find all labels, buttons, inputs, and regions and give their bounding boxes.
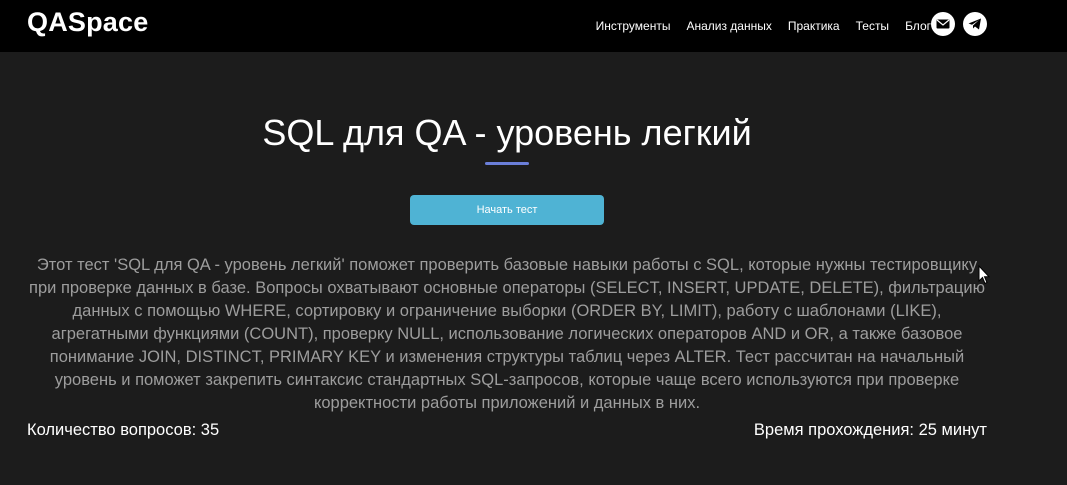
nav-item-tests[interactable]: Тесты (856, 19, 889, 33)
start-test-button[interactable]: Начать тест (410, 195, 604, 225)
site-logo[interactable]: QASpace (27, 7, 148, 38)
test-duration: Время прохождения: 25 минут (753, 421, 987, 439)
nav-item-blog[interactable]: Блог (905, 19, 931, 33)
mouse-cursor-icon (978, 264, 991, 290)
top-navbar: QASpace Инструменты Анализ данных Практи… (0, 0, 1067, 52)
mail-icon[interactable] (931, 12, 955, 36)
question-count: Количество вопросов: 35 (27, 421, 220, 439)
nav-item-tools[interactable]: Инструменты (596, 19, 671, 33)
title-underline (485, 162, 529, 165)
main-nav: Инструменты Анализ данных Практика Тесты… (596, 0, 931, 52)
nav-item-practice[interactable]: Практика (788, 19, 840, 33)
telegram-icon[interactable] (963, 12, 987, 36)
test-description: Этот тест 'SQL для QA - уровень легкий' … (29, 256, 985, 412)
page-title: SQL для QA - уровень легкий (262, 112, 752, 153)
nav-item-data-analysis[interactable]: Анализ данных (686, 19, 771, 33)
